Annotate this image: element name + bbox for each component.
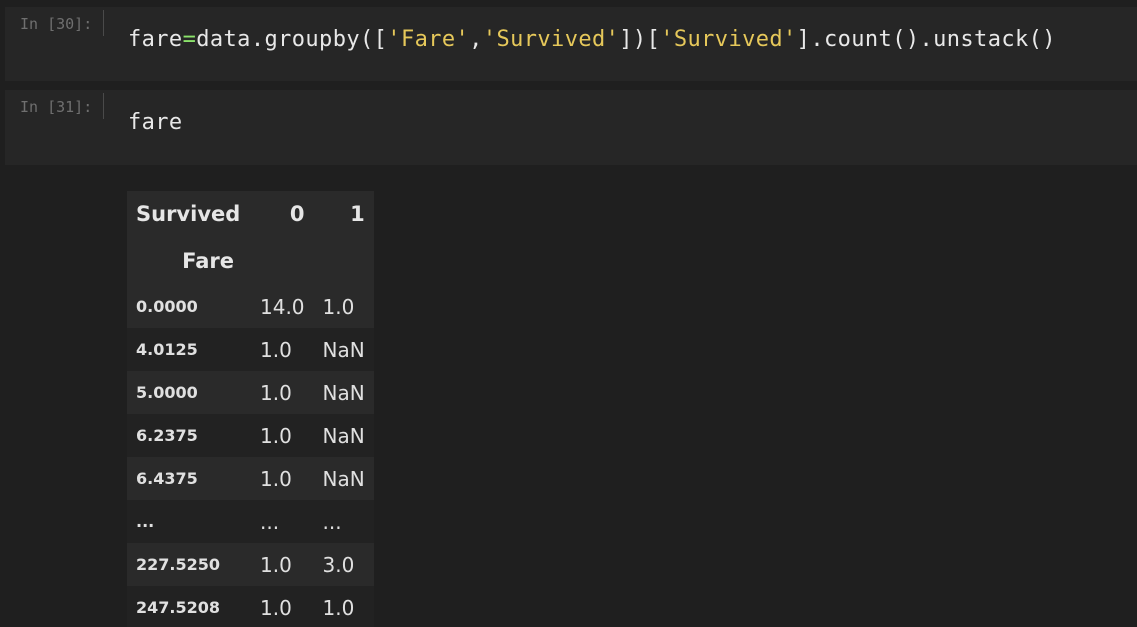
code-string: 'Survived' bbox=[482, 27, 620, 52]
dataframe-output: Survived 0 1 Fare 0.0000 14.0 1.0 4.0125… bbox=[127, 191, 374, 627]
row-index: ... bbox=[127, 500, 251, 543]
row-index: 227.5250 bbox=[127, 543, 251, 586]
column-header-0: 0 bbox=[251, 191, 314, 237]
cell-survived-1: NaN bbox=[313, 414, 374, 457]
code-string: 'Fare' bbox=[387, 27, 470, 52]
code-token: ].count().unstack() bbox=[796, 27, 1056, 52]
table-row: 5.0000 1.0 NaN bbox=[127, 371, 374, 414]
index-name-header: Fare bbox=[127, 237, 251, 285]
table-row: 4.0125 1.0 NaN bbox=[127, 328, 374, 371]
code-input-30[interactable]: fare=data.groupby(['Fare','Survived'])['… bbox=[128, 27, 1056, 52]
cell-survived-0: 1.0 bbox=[251, 328, 314, 371]
code-input-31[interactable]: fare bbox=[128, 110, 183, 135]
column-header-1: 1 bbox=[313, 191, 374, 237]
prompt-divider bbox=[103, 10, 104, 36]
row-index: 6.4375 bbox=[127, 457, 251, 500]
cell-survived-0: ... bbox=[251, 500, 314, 543]
table-row: 6.4375 1.0 NaN bbox=[127, 457, 374, 500]
cell-survived-1: ... bbox=[313, 500, 374, 543]
empty-header-cell bbox=[313, 237, 374, 285]
code-operator: = bbox=[182, 27, 197, 52]
code-token: data.groupby([ bbox=[196, 27, 388, 52]
cell-survived-0: 1.0 bbox=[251, 457, 314, 500]
row-index: 247.5208 bbox=[127, 586, 251, 627]
cell-survived-1: NaN bbox=[313, 328, 374, 371]
code-string: 'Survived' bbox=[660, 27, 797, 52]
cell-survived-1: NaN bbox=[313, 457, 374, 500]
code-token: ])[ bbox=[619, 27, 661, 52]
empty-header-cell bbox=[251, 237, 314, 285]
row-index: 0.0000 bbox=[127, 285, 251, 328]
table-header-row: Survived 0 1 bbox=[127, 191, 374, 237]
code-token: fare bbox=[128, 110, 183, 135]
cell-prompt-30: In [30]: bbox=[20, 15, 93, 33]
row-index: 6.2375 bbox=[127, 414, 251, 457]
cell-survived-1: 1.0 bbox=[313, 586, 374, 627]
code-token: fare bbox=[128, 27, 183, 52]
table-row: 0.0000 14.0 1.0 bbox=[127, 285, 374, 328]
cell-survived-0: 1.0 bbox=[251, 414, 314, 457]
table-row: 227.5250 1.0 3.0 bbox=[127, 543, 374, 586]
table-row: ... ... ... bbox=[127, 500, 374, 543]
cell-prompt-31: In [31]: bbox=[20, 98, 93, 116]
cell-survived-0: 1.0 bbox=[251, 586, 314, 627]
prompt-divider bbox=[103, 93, 104, 119]
table-row: 6.2375 1.0 NaN bbox=[127, 414, 374, 457]
cell-survived-0: 1.0 bbox=[251, 543, 314, 586]
cell-survived-1: 1.0 bbox=[313, 285, 374, 328]
cell-survived-1: 3.0 bbox=[313, 543, 374, 586]
row-index: 4.0125 bbox=[127, 328, 251, 371]
cell-survived-0: 14.0 bbox=[251, 285, 314, 328]
row-index: 5.0000 bbox=[127, 371, 251, 414]
cell-survived-1: NaN bbox=[313, 371, 374, 414]
table-row: 247.5208 1.0 1.0 bbox=[127, 586, 374, 627]
code-token: , bbox=[469, 27, 483, 52]
cell-survived-0: 1.0 bbox=[251, 371, 314, 414]
columns-name-header: Survived bbox=[127, 191, 251, 237]
index-name-row: Fare bbox=[127, 237, 374, 285]
